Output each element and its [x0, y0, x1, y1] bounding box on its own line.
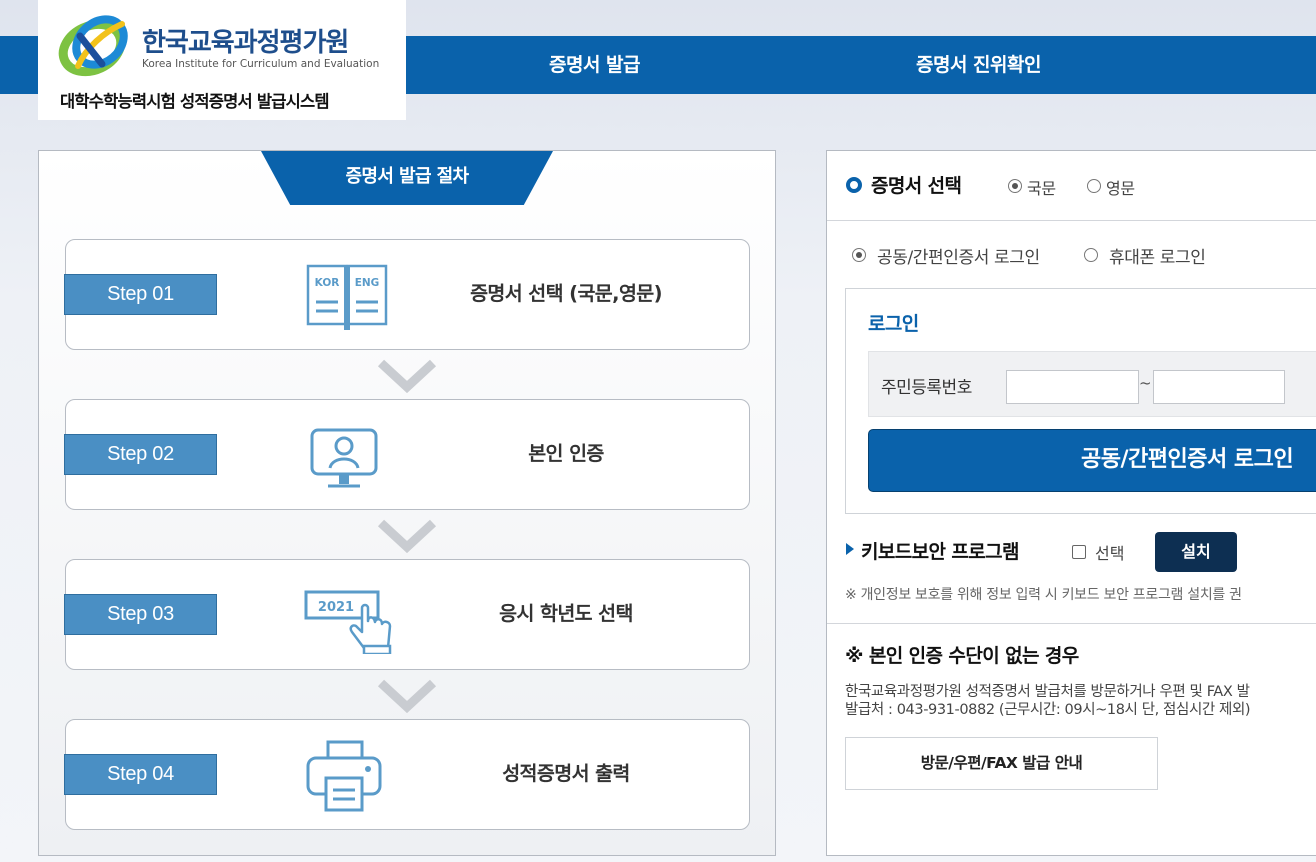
resident-number-label: 주민등록번호 — [881, 378, 972, 398]
step-4-card: Step 04 성적증명서 출력 — [64, 719, 750, 830]
step-badge: Step 02 — [64, 434, 217, 475]
nav-verify-certificate[interactable]: 증명서 진위확인 — [916, 36, 1041, 94]
org-name-eng: Korea Institute for Curriculum and Evalu… — [142, 58, 380, 70]
icon-label-kor: KOR — [315, 277, 340, 289]
radio-cert-login[interactable] — [852, 248, 866, 262]
resident-number-first-input[interactable] — [1006, 370, 1139, 404]
step-badge: Step 03 — [64, 594, 217, 635]
cert-login-button[interactable]: 공동/간편인증서 로그인 — [868, 429, 1316, 492]
circle-bullet-icon — [846, 177, 862, 193]
radio-korean-label[interactable]: 국문 — [1027, 175, 1056, 199]
radio-english[interactable] — [1087, 179, 1101, 193]
step-text: 응시 학년도 선택 — [499, 602, 633, 625]
issue-form-panel: 증명서 선택 국문 영문 공동/간편인증서 로그인 휴대폰 로그인 로그인 주민… — [826, 150, 1316, 856]
keyboard-security-checkbox[interactable] — [1072, 545, 1086, 559]
system-name: 대학수학능력시험 성적증명서 발급시스템 — [60, 92, 330, 111]
certificate-select-title: 증명서 선택 — [871, 175, 962, 197]
step-text: 성적증명서 출력 — [502, 762, 630, 785]
kice-logo-icon — [58, 15, 128, 77]
chevron-down-icon — [377, 679, 437, 713]
issue-office-contact: 발급처 : 043-931-0882 (근무시간: 09시~18시 단, 점심시… — [845, 702, 1251, 718]
triangle-bullet-icon — [846, 543, 854, 555]
site-logo[interactable]: 한국교육과정평가원 Korea Institute for Curriculum… — [38, 0, 406, 120]
step-2-card: Step 02 본인 인증 — [64, 399, 750, 510]
icon-year-label: 2021 — [318, 600, 354, 615]
org-name-kor: 한국교육과정평가원 — [142, 28, 349, 58]
step-text: 증명서 선택 (국문,영문) — [470, 282, 662, 305]
radio-english-label[interactable]: 영문 — [1106, 175, 1135, 199]
radio-phone-login-label[interactable]: 휴대폰 로그인 — [1109, 243, 1206, 268]
keyboard-security-label: 키보드보안 프로그램 — [861, 541, 1020, 563]
book-kor-eng-icon: KOR ENG — [306, 264, 388, 330]
procedure-title: 증명서 발급 절차 — [261, 151, 553, 205]
monitor-user-icon — [310, 428, 378, 488]
step-badge: Step 01 — [64, 274, 217, 315]
install-button[interactable]: 설치 — [1155, 532, 1237, 572]
resident-number-separator: ~ — [1139, 374, 1152, 392]
procedure-panel: 증명서 발급 절차 Step 01 KOR ENG 증명서 선택 (국문,영문)… — [38, 150, 776, 856]
radio-cert-login-label[interactable]: 공동/간편인증서 로그인 — [877, 243, 1040, 268]
certificate-select-row: 증명서 선택 국문 영문 — [827, 151, 1316, 221]
step-text: 본인 인증 — [528, 442, 604, 465]
icon-label-eng: ENG — [355, 277, 380, 289]
resident-number-second-input[interactable] — [1153, 370, 1285, 404]
login-title: 로그인 — [868, 313, 919, 335]
nav-issue-certificate[interactable]: 증명서 발급 — [549, 36, 641, 94]
chevron-down-icon — [377, 519, 437, 553]
printer-icon — [306, 740, 382, 812]
touch-year-icon: 2021 — [304, 590, 392, 654]
visit-mail-fax-guide-button[interactable]: 방문/우편/FAX 발급 안내 — [845, 737, 1158, 790]
step-3-card: Step 03 2021 응시 학년도 선택 — [64, 559, 750, 670]
radio-korean[interactable] — [1008, 179, 1022, 193]
keyboard-security-checkbox-label[interactable]: 선택 — [1095, 540, 1124, 564]
resident-number-row: 주민등록번호 ~ — [868, 351, 1316, 417]
radio-phone-login[interactable] — [1084, 248, 1098, 262]
login-box: 로그인 주민등록번호 ~ 공동/간편인증서 로그인 — [845, 288, 1316, 514]
step-badge: Step 04 — [64, 754, 217, 795]
keyboard-security-note: ※ 개인정보 보호를 위해 정보 입력 시 키보드 보안 프로그램 설치를 권 — [845, 587, 1242, 603]
chevron-down-icon — [377, 359, 437, 393]
no-auth-title: ※ 본인 인증 수단이 없는 경우 — [845, 645, 1079, 667]
divider — [827, 623, 1316, 624]
step-1-card: Step 01 KOR ENG 증명서 선택 (국문,영문) — [64, 239, 750, 350]
